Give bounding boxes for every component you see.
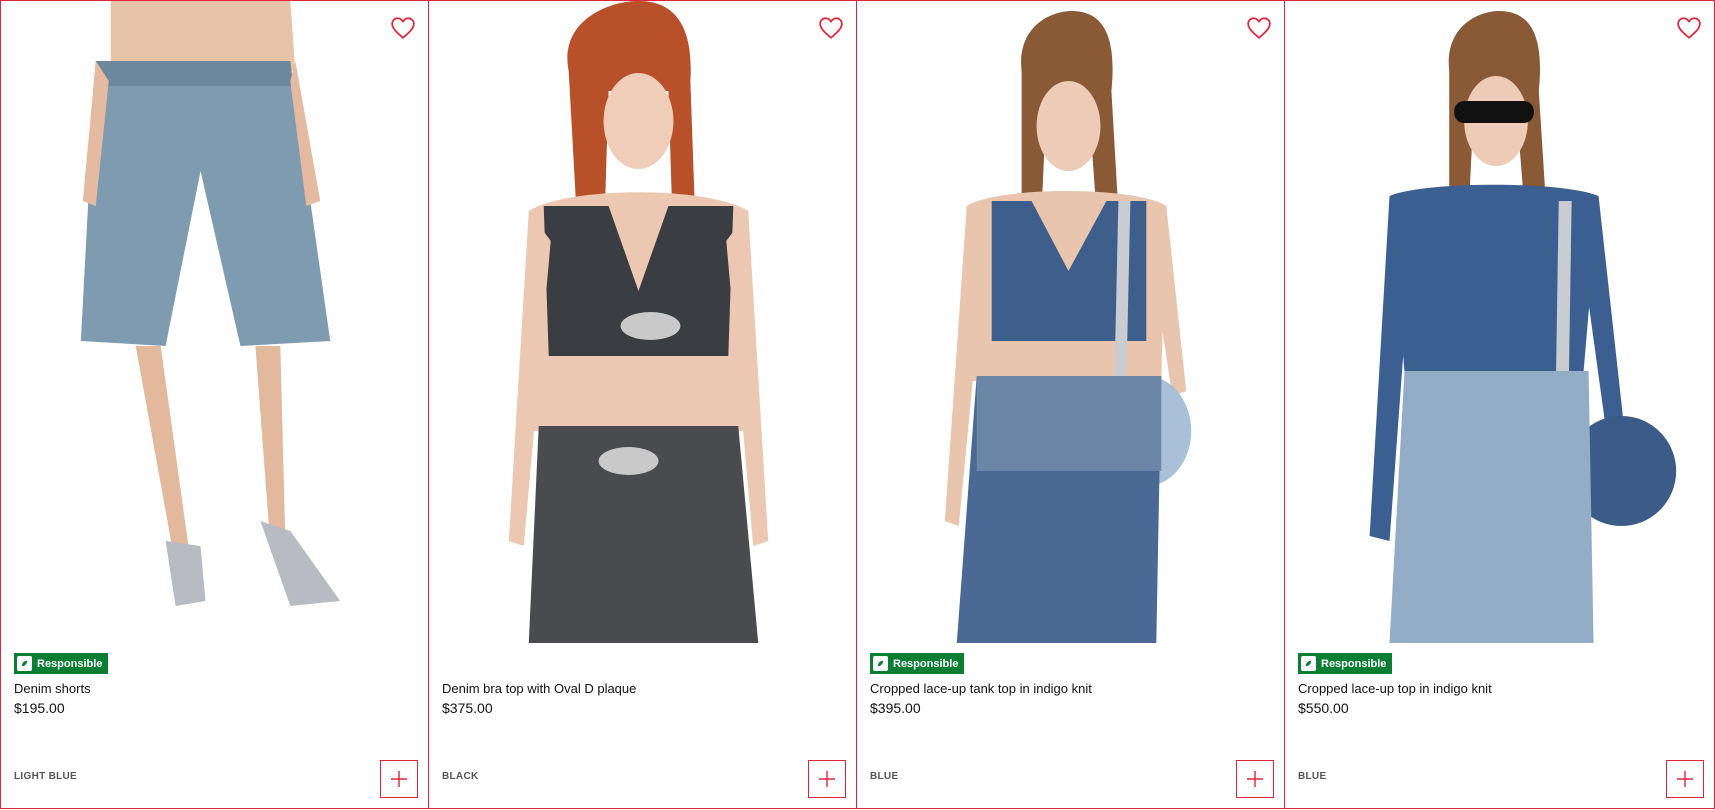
product-name[interactable]: Denim shorts bbox=[14, 681, 91, 696]
product-price: $195.00 bbox=[14, 700, 65, 716]
product-price: $375.00 bbox=[442, 700, 493, 716]
responsible-badge: Responsible bbox=[870, 653, 965, 674]
product-image[interactable] bbox=[1285, 1, 1714, 643]
heart-icon[interactable] bbox=[390, 15, 416, 41]
product-card[interactable]: Responsible Denim shorts $195.00 LIGHT B… bbox=[0, 1, 428, 809]
responsible-badge: Responsible bbox=[1298, 653, 1393, 674]
badge-label: Responsible bbox=[37, 657, 103, 670]
badge-label: Responsible bbox=[893, 657, 959, 670]
product-color: BLUE bbox=[870, 771, 899, 782]
badge-label: Responsible bbox=[1321, 657, 1387, 670]
responsible-badge: Responsible bbox=[14, 653, 109, 674]
plus-icon bbox=[1247, 771, 1263, 787]
product-color: BLUE bbox=[1298, 771, 1327, 782]
product-name[interactable]: Cropped lace-up tank top in indigo knit bbox=[870, 681, 1092, 696]
heart-icon[interactable] bbox=[1676, 15, 1702, 41]
heart-icon[interactable] bbox=[1246, 15, 1272, 41]
product-name[interactable]: Cropped lace-up top in indigo knit bbox=[1298, 681, 1492, 696]
product-color: BLACK bbox=[442, 771, 479, 782]
product-name[interactable]: Denim bra top with Oval D plaque bbox=[442, 681, 636, 696]
leaf-icon bbox=[17, 656, 32, 671]
add-to-cart-button[interactable] bbox=[808, 760, 846, 798]
product-image[interactable] bbox=[1, 1, 428, 643]
leaf-icon bbox=[1301, 656, 1316, 671]
product-grid: Responsible Denim shorts $195.00 LIGHT B… bbox=[0, 0, 1715, 810]
product-card[interactable]: Responsible Cropped lace-up tank top in … bbox=[856, 1, 1284, 809]
add-to-cart-button[interactable] bbox=[1666, 760, 1704, 798]
product-image[interactable] bbox=[857, 1, 1284, 643]
product-image[interactable] bbox=[429, 1, 856, 643]
plus-icon bbox=[819, 771, 835, 787]
plus-icon bbox=[1677, 771, 1693, 787]
product-card[interactable]: Denim bra top with Oval D plaque $375.00… bbox=[428, 1, 856, 809]
product-color: LIGHT BLUE bbox=[14, 771, 77, 782]
plus-icon bbox=[391, 771, 407, 787]
product-card[interactable]: Responsible Cropped lace-up top in indig… bbox=[1284, 1, 1715, 809]
heart-icon[interactable] bbox=[818, 15, 844, 41]
add-to-cart-button[interactable] bbox=[380, 760, 418, 798]
product-price: $395.00 bbox=[870, 700, 921, 716]
product-price: $550.00 bbox=[1298, 700, 1349, 716]
leaf-icon bbox=[873, 656, 888, 671]
add-to-cart-button[interactable] bbox=[1236, 760, 1274, 798]
